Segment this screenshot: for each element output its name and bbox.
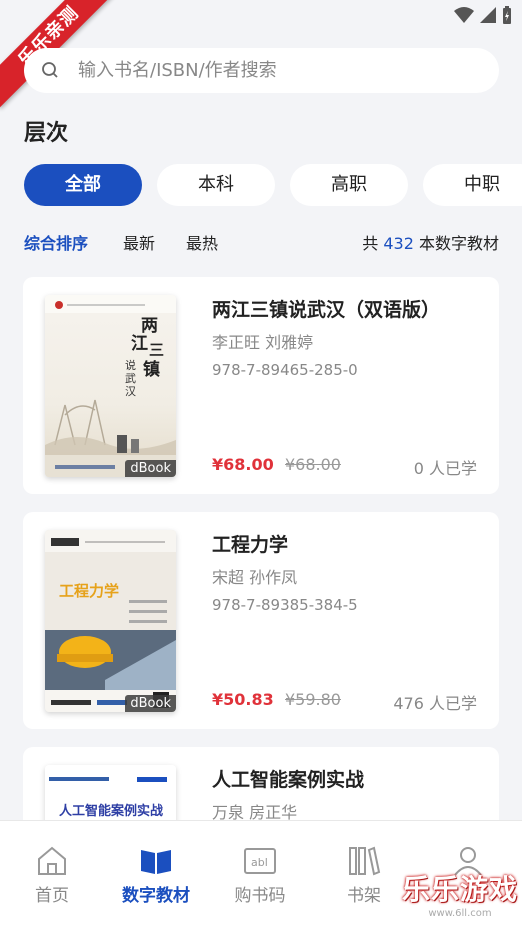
book-cover: 两 江 三 镇 说 武 汉 dBook <box>45 295 176 477</box>
total-prefix: 共 <box>362 234 379 253</box>
svg-text:武: 武 <box>125 372 136 385</box>
book-isbn: 978-7-89385-384-5 <box>212 596 358 614</box>
svg-text:江: 江 <box>131 334 148 354</box>
book-cover: 工程力学 dBook <box>45 530 176 712</box>
book-price: ¥50.83 <box>212 690 274 709</box>
book-original-price: ¥59.80 <box>285 690 341 709</box>
sort-row: 综合排序 最新 最热 共 432 本数字教材 <box>24 230 499 254</box>
cover-art: 两 江 三 镇 说 武 汉 <box>45 295 176 477</box>
book-card[interactable]: 两 江 三 镇 说 武 汉 dBook 两江三镇说武汉（双语版） 李正旺 刘雅婷… <box>23 277 499 494</box>
bookshelf-icon <box>349 846 381 876</box>
total-suffix: 本数字教材 <box>418 234 499 253</box>
nav-digital-textbooks[interactable]: 数字教材 <box>104 845 208 906</box>
svg-text:镇: 镇 <box>143 359 160 380</box>
sort-newest[interactable]: 最新 <box>123 230 155 254</box>
svg-text:人工智能案例实战: 人工智能案例实战 <box>59 803 163 819</box>
chip-secondary-vocational[interactable]: 中职 <box>423 164 522 206</box>
chip-higher-vocational[interactable]: 高职 <box>290 164 408 206</box>
watermark-text: 乐乐游戏 <box>402 873 519 906</box>
search-bar[interactable] <box>24 48 499 93</box>
nav-bookshelf-label: 书架 <box>347 886 381 906</box>
search-icon <box>42 61 58 78</box>
battery-icon <box>503 6 511 24</box>
wifi-icon <box>454 7 474 23</box>
svg-text:两: 两 <box>141 316 158 336</box>
total-count: 共 432 本数字教材 <box>362 230 499 254</box>
svg-text:汉: 汉 <box>125 385 136 398</box>
book-title: 人工智能案例实战 <box>212 769 365 791</box>
nav-digital-textbooks-label: 数字教材 <box>122 886 190 906</box>
cover-art: 工程力学 <box>45 530 176 712</box>
svg-text:abl: abl <box>251 856 268 869</box>
chip-undergraduate[interactable]: 本科 <box>157 164 275 206</box>
watermark-url: www.6ll.com <box>428 908 492 919</box>
chip-all[interactable]: 全部 <box>24 164 142 206</box>
nav-purchase-code-label: 购书码 <box>234 886 286 906</box>
book-card[interactable]: 工程力学 dBook 工程力学 宋超 孙作凤 978-7-89385-384-5… <box>23 512 499 729</box>
dbook-badge: dBook <box>125 695 176 712</box>
home-icon <box>38 846 66 875</box>
book-title: 工程力学 <box>212 534 289 556</box>
book-learners: 0 人已学 <box>413 459 477 478</box>
section-title: 层次 <box>24 121 69 146</box>
book-original-price: ¥68.00 <box>285 455 341 474</box>
dbook-badge: dBook <box>125 460 176 477</box>
svg-text:三: 三 <box>149 341 164 359</box>
book-authors: 宋超 孙作凤 <box>212 568 298 587</box>
signal-icon <box>480 7 496 23</box>
level-filter: 全部 本科 高职 中职 <box>24 164 522 206</box>
nav-home[interactable]: 首页 <box>0 845 104 906</box>
sort-hottest[interactable]: 最热 <box>186 230 218 254</box>
book-title: 两江三镇说武汉（双语版） <box>212 299 441 321</box>
book-isbn: 978-7-89465-285-0 <box>212 361 358 379</box>
book-price: ¥68.00 <box>212 455 274 474</box>
watermark: 乐乐游戏 www.6ll.com <box>402 868 518 919</box>
nav-purchase-code[interactable]: abl 购书码 <box>208 845 312 906</box>
book-open-icon <box>141 850 171 874</box>
sort-comprehensive[interactable]: 综合排序 <box>24 230 88 254</box>
status-icons <box>454 6 512 24</box>
code-box-icon: abl <box>244 848 276 874</box>
book-learners: 476 人已学 <box>393 694 477 713</box>
total-number: 432 <box>383 234 414 253</box>
nav-home-label: 首页 <box>35 886 69 906</box>
svg-text:说: 说 <box>125 358 136 372</box>
nav-bookshelf[interactable]: 书架 <box>312 845 416 906</box>
svg-text:工程力学: 工程力学 <box>59 582 119 600</box>
search-input[interactable] <box>78 60 478 81</box>
book-authors: 李正旺 刘雅婷 <box>212 333 314 352</box>
